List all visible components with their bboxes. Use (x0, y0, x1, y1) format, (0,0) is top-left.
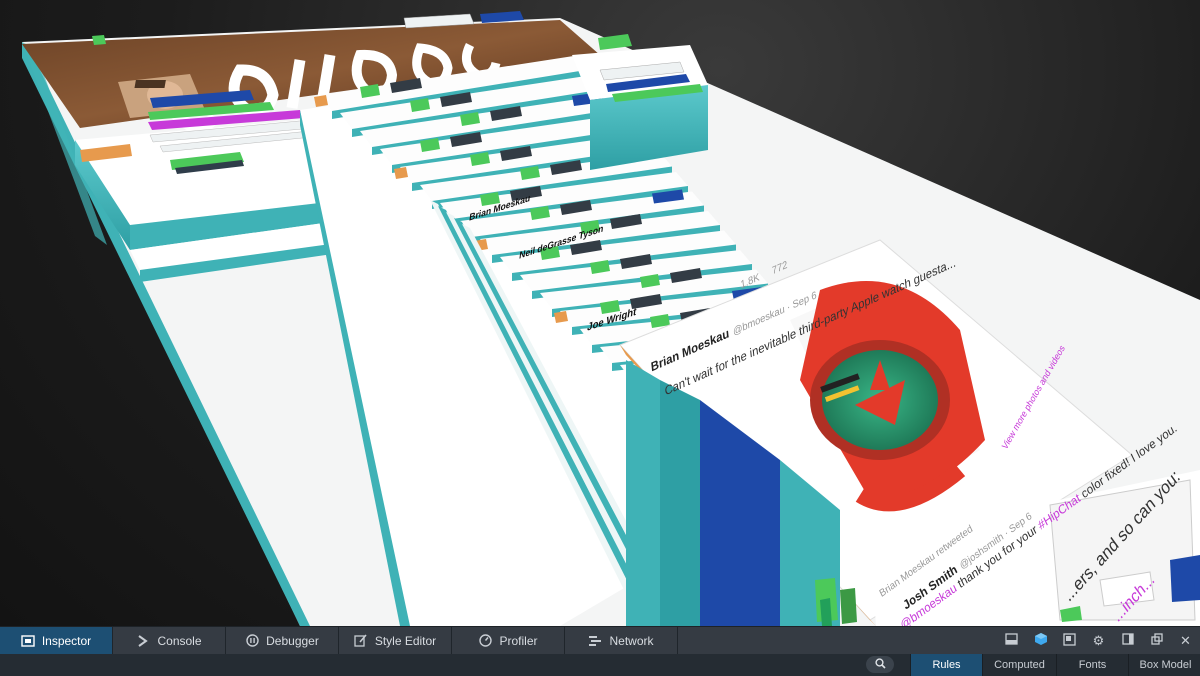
settings-icon: ⚙ (1092, 632, 1105, 648)
close-devtools-button[interactable]: ✕ (1171, 627, 1200, 654)
tab-label: Debugger (266, 633, 319, 648)
avatar-box (554, 311, 568, 323)
tab-inspector[interactable]: Inspector (0, 627, 113, 654)
avatar-box (314, 95, 328, 107)
inspector-icon (21, 634, 35, 648)
close-icon: ✕ (1180, 632, 1191, 648)
style-editor-icon (354, 634, 368, 648)
tab-fonts[interactable]: Fonts (1056, 654, 1128, 676)
3d-view-icon (1034, 632, 1048, 649)
tab-network[interactable]: Network (565, 627, 678, 654)
inspector-sidebar-tabs: Rules Computed Fonts Box Model (0, 654, 1200, 676)
tab-label: Style Editor (374, 633, 437, 648)
responsive-icon (1063, 632, 1076, 649)
avatar-box (394, 167, 408, 179)
tab-console[interactable]: Console (113, 627, 226, 654)
tab-rules[interactable]: Rules (910, 654, 982, 676)
profiler-icon (478, 634, 492, 648)
debugger-icon (245, 634, 259, 648)
settings-button[interactable]: ⚙ (1084, 627, 1113, 654)
network-icon (588, 634, 602, 648)
tab-label: Network (609, 633, 654, 648)
undock-icon (1150, 633, 1163, 648)
tab-computed[interactable]: Computed (982, 654, 1056, 676)
tab-label: Inspector (41, 633, 92, 648)
devtools-toolbar: Inspector Console Debugger Style Editor … (0, 626, 1200, 655)
dock-side-button[interactable] (1113, 627, 1142, 654)
console-icon (136, 634, 150, 648)
tab-label: Profiler (499, 633, 538, 648)
dock-side-icon (1121, 633, 1134, 648)
tab-box-model[interactable]: Box Model (1128, 654, 1200, 676)
sidebar-tab-list: Rules Computed Fonts Box Model (910, 654, 1200, 676)
tab-label: Console (157, 633, 202, 648)
tab-profiler[interactable]: Profiler (452, 627, 565, 654)
tab-style-editor[interactable]: Style Editor (339, 627, 452, 654)
tilt-3d-view[interactable]: 1.8K 772 Brian Moeskau @bmoeskau · Sep 6… (0, 0, 1200, 626)
undock-button[interactable] (1142, 627, 1171, 654)
screenshot-button[interactable] (997, 627, 1026, 654)
search-button[interactable] (866, 656, 894, 673)
tab-debugger[interactable]: Debugger (226, 627, 339, 654)
toolbar-right-buttons: ⚙ ✕ (997, 627, 1200, 654)
screenshot-icon (1005, 633, 1018, 648)
responsive-design-button[interactable] (1055, 627, 1084, 654)
search-icon (874, 656, 886, 674)
3d-view-button[interactable] (1026, 627, 1055, 654)
